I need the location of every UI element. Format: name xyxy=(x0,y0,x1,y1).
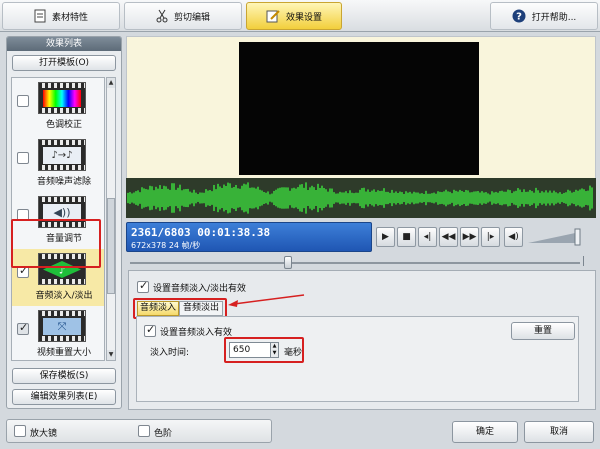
scroll-down-icon[interactable]: ▼ xyxy=(107,350,115,360)
effect-checkbox[interactable] xyxy=(17,152,29,164)
effect-label: 音频噪声滤除 xyxy=(36,177,91,187)
document-icon xyxy=(34,9,46,23)
enable-fade-in-checkbox[interactable] xyxy=(144,323,156,337)
effects-panel-title: 效果列表 xyxy=(7,37,121,51)
effect-label: 视频重置大小 xyxy=(36,348,91,358)
levels-checkbox[interactable] xyxy=(138,425,150,437)
fade-time-label: 淡入时间: xyxy=(150,348,190,358)
highlight-box xyxy=(224,337,304,363)
position-slider[interactable] xyxy=(283,256,292,269)
scroll-up-icon[interactable]: ▲ xyxy=(107,78,115,88)
tab-label: 打开帮助... xyxy=(531,12,577,23)
position-track xyxy=(130,262,580,264)
fast-forward-icon[interactable]: ▶▶ xyxy=(460,227,479,247)
resolution-fps-text: 672x378 24 帧/秒 xyxy=(131,241,201,250)
effect-list-scrollbar[interactable]: ▲ ▼ xyxy=(106,77,116,361)
step-back-icon[interactable]: ◂| xyxy=(418,227,437,247)
highlight-box xyxy=(11,219,101,268)
annotation-arrow-icon xyxy=(228,294,305,307)
step-forward-icon[interactable]: |▸ xyxy=(481,227,500,247)
effect-checkbox[interactable] xyxy=(17,95,29,107)
effect-label: 音频淡入/淡出 xyxy=(35,291,93,301)
enable-fade-in-label: 设置音频淡入有效 xyxy=(160,328,233,338)
tab-label: 效果设置 xyxy=(285,12,322,23)
scissors-icon xyxy=(156,9,168,23)
effect-item-video-resize[interactable]: ⤧ 视频重置大小 xyxy=(12,306,104,360)
open-template-button[interactable]: 打开模板(O) xyxy=(12,55,116,71)
magnifier-checkbox[interactable] xyxy=(14,425,26,437)
play-icon[interactable]: ▶ xyxy=(376,227,395,247)
slider-end-marker xyxy=(583,256,589,266)
timecode-text: 2361/6803 00:01:38.38 xyxy=(131,226,271,239)
edit-effect-list-button[interactable]: 编辑效果列表(E) xyxy=(12,389,116,405)
effect-label: 色调校正 xyxy=(45,120,82,130)
color-spectrum-icon xyxy=(38,82,86,114)
help-button[interactable]: ? 打开帮助... xyxy=(490,2,598,30)
top-toolbar: 素材特性 剪切编辑 效果设置 ? 打开帮助... xyxy=(0,0,600,32)
tab-label: 素材特性 xyxy=(51,12,88,23)
ok-button[interactable]: 确定 xyxy=(452,421,518,443)
audio-waveform xyxy=(126,178,596,218)
save-template-button[interactable]: 保存模板(S) xyxy=(12,368,116,384)
cancel-button[interactable]: 取消 xyxy=(524,421,594,443)
resize-icon: ⤧ xyxy=(38,310,86,342)
enable-fade-checkbox[interactable] xyxy=(137,279,149,293)
tab-material-properties[interactable]: 素材特性 xyxy=(2,2,120,30)
levels-label: 色阶 xyxy=(154,429,173,439)
speaker-icon[interactable]: ◀) xyxy=(504,227,523,247)
rewind-icon[interactable]: ◀◀ xyxy=(439,227,458,247)
volume-slider[interactable] xyxy=(526,228,588,246)
effect-item-color-correction[interactable]: 色调校正 xyxy=(12,78,104,135)
tab-label: 剪切编辑 xyxy=(173,12,210,23)
scroll-thumb[interactable] xyxy=(107,198,115,294)
help-icon: ? xyxy=(512,9,526,23)
effect-item-audio-noise-filter[interactable]: ♪→♪ 音频噪声滤除 xyxy=(12,135,104,192)
edit-icon xyxy=(266,10,280,23)
svg-text:?: ? xyxy=(516,12,522,23)
timecode-display: 2361/6803 00:01:38.38 672x378 24 帧/秒 xyxy=(126,222,372,252)
video-preview xyxy=(239,42,479,175)
waveform-graphic xyxy=(127,182,593,214)
audio-filter-icon: ♪→♪ xyxy=(38,139,86,171)
tab-cut-edit[interactable]: 剪切编辑 xyxy=(124,2,242,30)
stop-icon[interactable]: ■ xyxy=(397,227,416,247)
reset-button[interactable]: 重置 xyxy=(511,322,575,340)
magnifier-label: 放大镜 xyxy=(30,429,58,439)
tab-effect-settings[interactable]: 效果设置 xyxy=(246,2,342,30)
effect-checkbox[interactable] xyxy=(17,321,29,335)
